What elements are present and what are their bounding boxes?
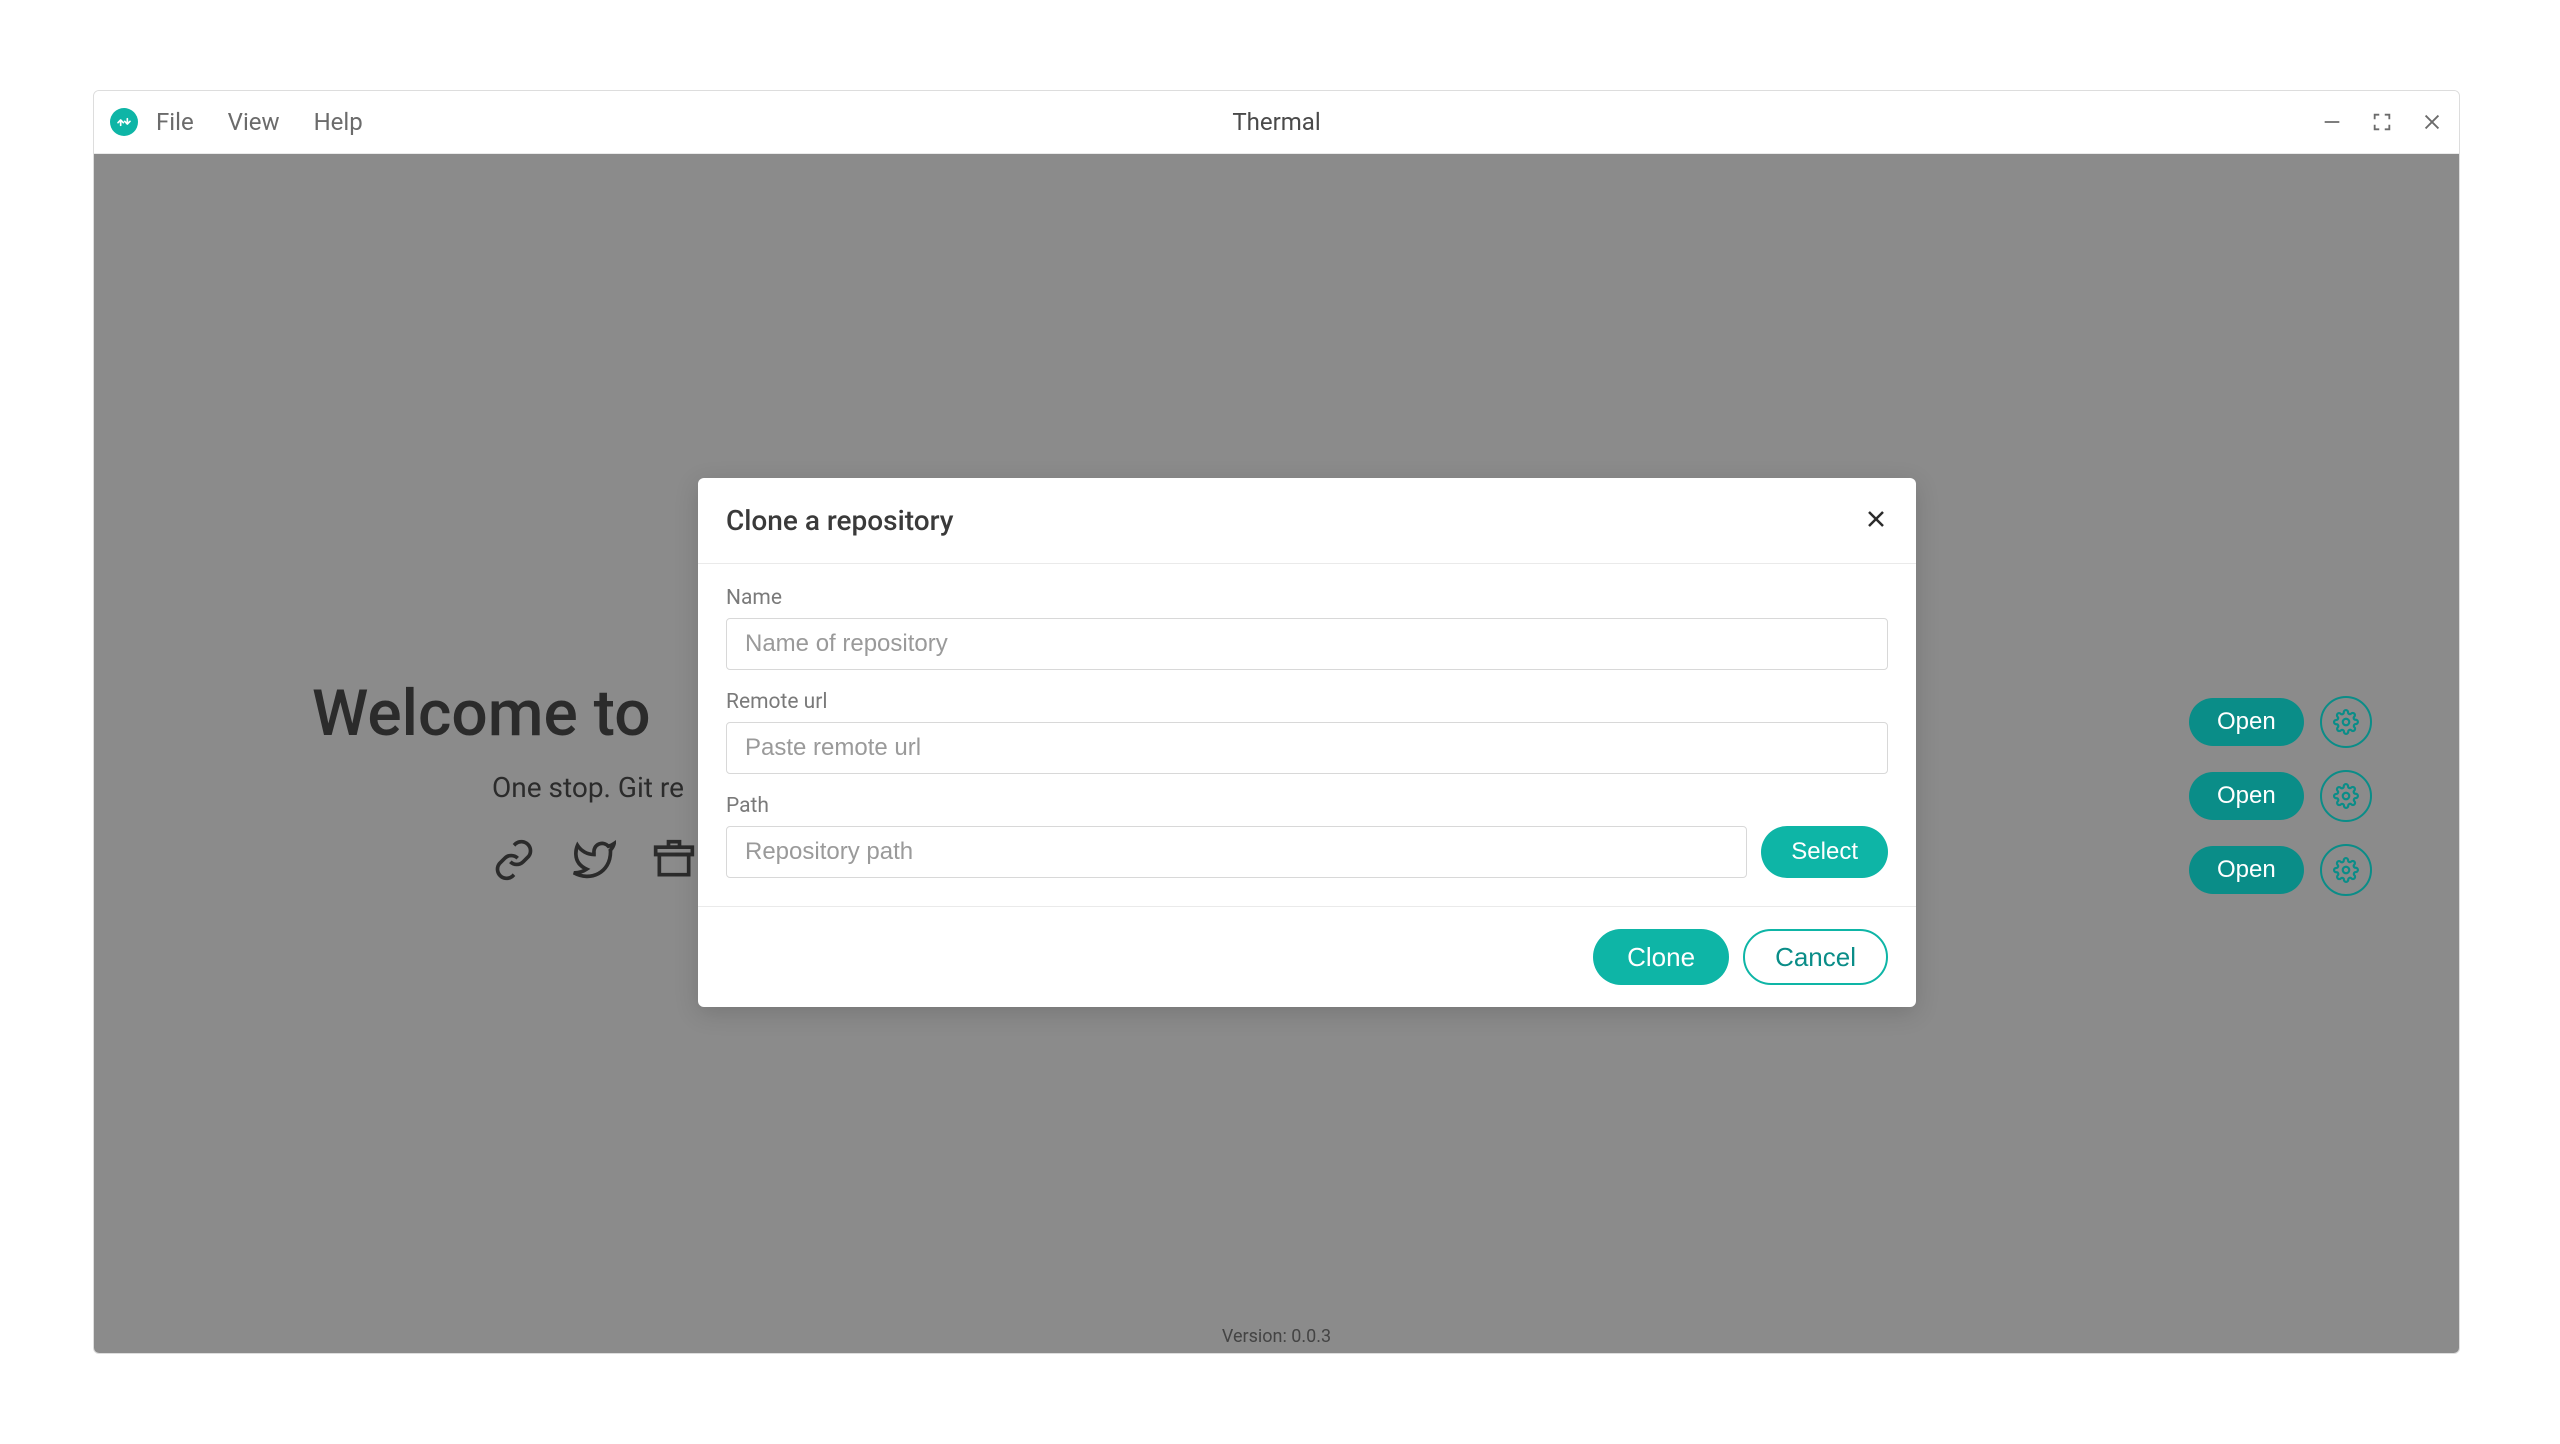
app-icon — [110, 108, 138, 136]
settings-button[interactable] — [2320, 770, 2372, 822]
maximize-icon[interactable] — [2371, 111, 2393, 133]
modal-body: Name Remote url Path Select — [698, 564, 1916, 907]
name-label: Name — [726, 586, 1888, 610]
open-button[interactable]: Open — [2189, 698, 2304, 746]
welcome-section: Welcome to One stop. Git re — [312, 676, 696, 886]
settings-button[interactable] — [2320, 844, 2372, 896]
menu-view[interactable]: View — [228, 108, 280, 136]
modal-close-icon[interactable] — [1864, 507, 1888, 535]
modal-title: Clone a repository — [726, 504, 953, 537]
path-input[interactable] — [726, 826, 1747, 878]
name-input[interactable] — [726, 618, 1888, 670]
minimize-icon[interactable] — [2321, 111, 2343, 133]
remote-input[interactable] — [726, 722, 1888, 774]
gear-icon — [2333, 709, 2359, 735]
open-button[interactable]: Open — [2189, 772, 2304, 820]
repo-row: Open — [2189, 696, 2409, 748]
path-label: Path — [726, 794, 1888, 818]
titlebar: File View Help Thermal — [94, 91, 2459, 154]
menu-file[interactable]: File — [156, 108, 194, 136]
modal-footer: Clone Cancel — [698, 907, 1916, 1007]
window-controls — [2321, 111, 2443, 133]
repo-row: Open — [2189, 844, 2409, 896]
open-button[interactable]: Open — [2189, 846, 2304, 894]
welcome-subtitle: One stop. Git re — [492, 771, 696, 804]
app-window: File View Help Thermal Welcome to One st… — [93, 90, 2460, 1354]
select-path-button[interactable]: Select — [1761, 826, 1888, 878]
close-icon[interactable] — [2421, 111, 2443, 133]
clone-button[interactable]: Clone — [1593, 929, 1729, 985]
clone-repository-modal: Clone a repository Name Remote url Path — [698, 478, 1916, 1007]
name-field: Name — [726, 586, 1888, 670]
twitter-icon[interactable] — [572, 838, 616, 886]
repo-row: Open — [2189, 770, 2409, 822]
main-content: Welcome to One stop. Git re Open — [94, 154, 2459, 1353]
remote-url-field: Remote url — [726, 690, 1888, 774]
link-icon[interactable] — [492, 838, 536, 886]
gear-icon — [2333, 857, 2359, 883]
menu-help[interactable]: Help — [314, 108, 363, 136]
welcome-icons — [492, 838, 696, 886]
version-label: Version: 0.0.3 — [1222, 1326, 1331, 1347]
store-icon[interactable] — [652, 838, 696, 886]
modal-header: Clone a repository — [698, 478, 1916, 564]
welcome-title: Welcome to — [312, 676, 696, 751]
remote-label: Remote url — [726, 690, 1888, 714]
cancel-button[interactable]: Cancel — [1743, 929, 1888, 985]
gear-icon — [2333, 783, 2359, 809]
repo-actions: Open Open Open — [2189, 696, 2409, 896]
window-title: Thermal — [1232, 108, 1320, 136]
path-field: Path Select — [726, 794, 1888, 878]
settings-button[interactable] — [2320, 696, 2372, 748]
